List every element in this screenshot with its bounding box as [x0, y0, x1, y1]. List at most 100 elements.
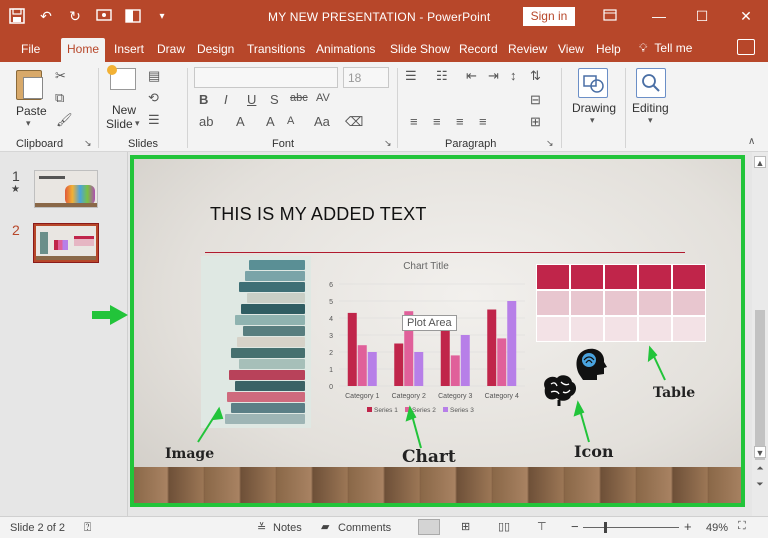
previous-slide-icon[interactable]: ⏶ [754, 462, 766, 474]
new-slide-dropdown-icon[interactable]: ▾ [135, 118, 140, 129]
collapse-ribbon-icon[interactable]: ∧ [748, 136, 755, 147]
next-slide-icon[interactable]: ⏷ [754, 478, 766, 490]
tab-insert[interactable]: Insert [114, 40, 144, 62]
comments-icon[interactable] [737, 39, 755, 55]
sign-in-button[interactable]: Sign in [523, 7, 575, 26]
clear-formatting-icon[interactable]: ⌫ [345, 114, 363, 130]
tab-transitions[interactable]: Transitions [247, 40, 305, 62]
slide-thumbnail-2[interactable] [33, 223, 99, 263]
ribbon-display-icon[interactable] [598, 6, 622, 26]
normal-view-icon[interactable] [418, 519, 440, 535]
scroll-down-icon[interactable]: ▼ [754, 446, 766, 458]
tab-slide-show[interactable]: Slide Show [390, 40, 450, 62]
tell-me-search[interactable]: 💡︎ Tell me [639, 41, 692, 56]
font-size-combobox[interactable]: 18 [343, 67, 389, 88]
underline-icon[interactable]: U [247, 92, 256, 107]
align-left-icon[interactable]: ≡ [410, 114, 418, 129]
layout-icon[interactable]: ▤ [148, 68, 160, 84]
tab-record[interactable]: Record [459, 40, 498, 62]
drawing-dropdown-icon[interactable]: ▾ [590, 115, 595, 126]
new-slide-label-2[interactable]: Slide [106, 117, 133, 131]
save-icon[interactable] [8, 7, 26, 25]
smartart-icon[interactable]: ⊞ [530, 114, 541, 130]
undo-icon[interactable]: ↶ [37, 7, 55, 25]
slideshow-icon[interactable]: ⊤ [537, 520, 547, 533]
increase-indent-icon[interactable]: ⇥ [488, 68, 499, 84]
bullets-icon[interactable]: ☰ [405, 68, 417, 84]
font-color-icon[interactable]: A [236, 114, 245, 129]
slide-sorter-icon[interactable]: ⊞ [461, 520, 470, 533]
cut-icon[interactable]: ✂ [55, 68, 66, 84]
new-slide-icon[interactable] [107, 65, 136, 90]
change-case-icon[interactable]: Aa [314, 114, 330, 129]
align-text-icon[interactable]: ⊟ [530, 92, 541, 108]
notes-icon[interactable]: ≚ [257, 521, 266, 534]
align-center-icon[interactable]: ≡ [433, 114, 441, 129]
drawing-shapes-icon[interactable] [578, 68, 608, 98]
slide-canvas[interactable]: THIS IS MY ADDED TEXT Chart Title 0 1 2 3 4 5 6… [133, 158, 744, 505]
justify-icon[interactable]: ≡ [479, 114, 487, 129]
tab-review[interactable]: Review [508, 40, 547, 62]
font-name-combobox[interactable] [194, 67, 338, 88]
maximize-icon[interactable]: ☐ [690, 6, 714, 26]
tab-help[interactable]: Help [596, 40, 621, 62]
zoom-slider-track[interactable] [583, 527, 679, 528]
customize-qat-icon[interactable]: ▾ [153, 7, 171, 25]
shadow-icon[interactable]: S [270, 92, 279, 107]
zoom-slider-knob[interactable] [604, 522, 607, 533]
new-slide-label-1[interactable]: New [112, 103, 136, 117]
line-spacing-icon[interactable]: ↕ [510, 68, 517, 83]
fit-slide-icon[interactable]: ⛶ [738, 520, 746, 533]
text-direction-icon[interactable]: ⇅ [530, 68, 541, 84]
paste-button-label[interactable]: Paste [16, 104, 47, 118]
tab-view[interactable]: View [558, 40, 584, 62]
strikethrough-icon[interactable]: abc [290, 92, 308, 104]
close-icon[interactable]: ✕ [734, 6, 758, 26]
redo-icon[interactable]: ↻ [66, 7, 84, 25]
tab-home[interactable]: Home [61, 38, 106, 62]
drawing-button-label[interactable]: Drawing [572, 101, 616, 115]
minimize-icon[interactable]: — [647, 6, 671, 26]
text-effects-icon[interactable]: ab [199, 114, 213, 129]
tab-design[interactable]: Design [197, 40, 234, 62]
zoom-level[interactable]: 49% [706, 522, 728, 534]
increase-font-icon[interactable]: A [266, 114, 275, 129]
scroll-up-icon[interactable]: ▲ [754, 156, 766, 168]
char-spacing-icon[interactable]: AV [316, 92, 330, 104]
paste-icon[interactable] [16, 70, 43, 100]
slide-thumbnail-1[interactable] [34, 170, 98, 208]
clipboard-launcher-icon[interactable]: ↘ [84, 138, 92, 149]
comments-status-icon[interactable]: ▰ [321, 520, 329, 533]
format-painter-icon[interactable]: 🖌︎ [56, 112, 73, 128]
comments-button[interactable]: Comments [338, 522, 391, 534]
editing-search-icon[interactable] [636, 68, 666, 98]
scrollbar-thumb[interactable] [755, 310, 765, 460]
zoom-out-icon[interactable]: − [571, 519, 579, 534]
align-right-icon[interactable]: ≡ [456, 114, 464, 129]
decrease-indent-icon[interactable]: ⇤ [466, 68, 477, 84]
section-icon[interactable]: ☰ [148, 112, 160, 128]
numbering-icon[interactable]: ☷ [436, 68, 448, 84]
font-launcher-icon[interactable]: ↘ [384, 138, 392, 149]
accessibility-icon[interactable]: ⍰ [84, 520, 91, 535]
editing-dropdown-icon[interactable]: ▾ [648, 115, 653, 126]
notes-button[interactable]: Notes [273, 522, 302, 534]
vertical-scrollbar[interactable]: ▲ ▼ ⏶ ⏷ [752, 152, 768, 516]
paragraph-launcher-icon[interactable]: ↘ [546, 138, 554, 149]
tab-draw[interactable]: Draw [157, 40, 185, 62]
paste-dropdown-icon[interactable]: ▾ [26, 118, 31, 129]
reading-view-icon[interactable]: ▯▯ [498, 520, 510, 533]
layout-icon[interactable] [124, 7, 142, 25]
tab-file[interactable]: File [21, 40, 40, 62]
reset-icon[interactable]: ⟲ [148, 90, 159, 106]
decrease-font-icon[interactable]: A [287, 115, 294, 127]
zoom-in-icon[interactable]: + [684, 519, 692, 534]
divider [561, 68, 562, 148]
editing-button-label[interactable]: Editing [632, 101, 669, 115]
window-title: MY NEW PRESENTATION - PowerPoint [268, 10, 491, 24]
tab-animations[interactable]: Animations [316, 40, 375, 62]
copy-icon[interactable]: ⧉ [55, 90, 64, 106]
bold-icon[interactable]: B [199, 92, 208, 107]
present-icon[interactable] [95, 7, 113, 25]
italic-icon[interactable]: I [224, 92, 228, 107]
